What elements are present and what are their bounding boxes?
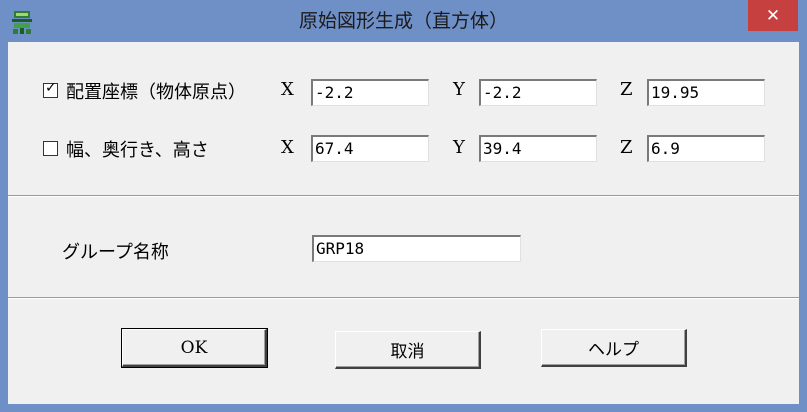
size-x-label: X	[281, 137, 294, 158]
position-y-label: Y	[453, 79, 465, 100]
dialog-window: 原始図形生成（直方体） ✕ ✓ 配置座標（物体原点） X -2.2 Y -2.2…	[0, 0, 807, 412]
position-z-label: Z	[620, 79, 633, 100]
group-name-label: グループ名称	[62, 242, 169, 263]
position-x-label: X	[281, 79, 294, 100]
separator-top	[8, 195, 799, 197]
size-x-input[interactable]: 67.4	[311, 135, 429, 162]
cancel-button[interactable]: 取消	[335, 331, 481, 369]
size-label: 幅、奥行き、高さ	[66, 140, 209, 161]
size-y-input[interactable]: 39.4	[479, 135, 597, 162]
close-button[interactable]: ✕	[748, 0, 798, 31]
position-x-input[interactable]: -2.2	[311, 79, 429, 106]
size-y-label: Y	[453, 137, 465, 158]
position-y-input[interactable]: -2.2	[479, 79, 597, 106]
size-checkbox[interactable]	[43, 141, 58, 156]
check-icon: ✓	[45, 80, 57, 96]
dialog-body: ✓ 配置座標（物体原点） X -2.2 Y -2.2 Z 19.95 幅、奥行き…	[8, 42, 799, 404]
size-z-input[interactable]: 6.9	[647, 135, 765, 162]
position-checkbox[interactable]: ✓	[43, 80, 58, 98]
ok-button[interactable]: OK	[121, 328, 268, 368]
size-z-label: Z	[620, 137, 633, 158]
close-icon: ✕	[765, 5, 781, 26]
title-bar[interactable]: 原始図形生成（直方体） ✕	[0, 0, 807, 42]
group-name-input[interactable]: GRP18	[312, 235, 521, 262]
position-label: 配置座標（物体原点）	[66, 82, 246, 103]
position-z-input[interactable]: 19.95	[647, 79, 765, 106]
separator-bottom	[8, 297, 799, 299]
help-button[interactable]: ヘルプ	[541, 329, 687, 367]
window-title: 原始図形生成（直方体）	[298, 10, 508, 32]
